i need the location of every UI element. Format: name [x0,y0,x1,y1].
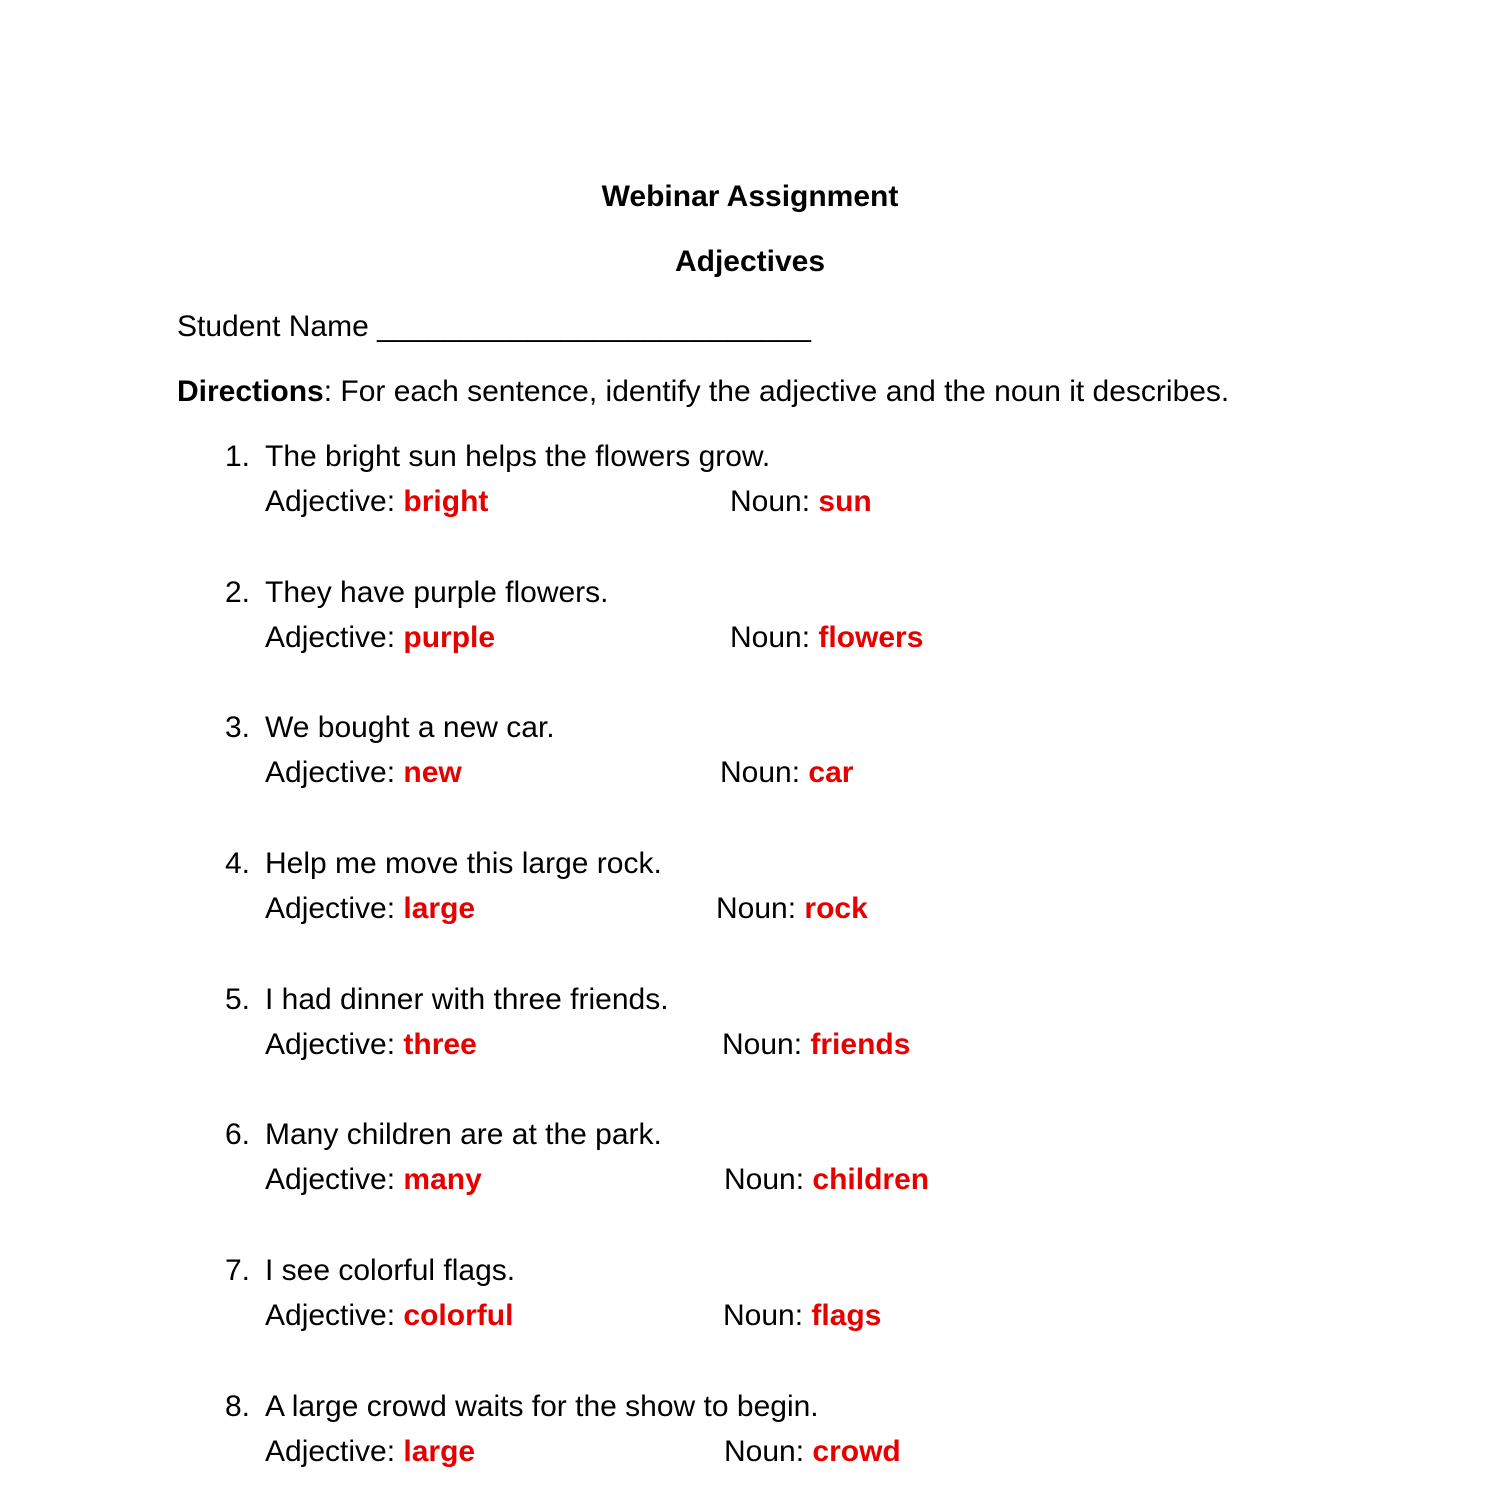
noun-label: Noun: [722,1028,811,1061]
question-sentence: They have purple flowers. [265,576,609,609]
noun-answer: Noun: flowers [730,621,923,655]
noun-label: Noun: [730,621,819,654]
student-name-label: Student Name [177,310,369,343]
question-number: 1. [224,440,250,473]
question-sentence: We bought a new car. [265,711,555,744]
document-subtitle: Adjectives [674,245,826,278]
adjective-label: Adjective: [265,621,404,654]
question-sentence: Help me move this large rock. [265,847,662,880]
adjective-label: Adjective: [265,1435,404,1468]
noun-answer: Noun: sun [730,485,872,519]
question-number: 2. [224,576,250,609]
adjective-answer: Adjective: large [265,892,475,926]
question-sentence: Many children are at the park. [265,1118,662,1151]
noun-value: sun [818,485,872,518]
student-name-line: Student Name __________________________ [177,310,811,344]
noun-label: Noun: [723,1299,812,1332]
noun-answer: Noun: car [720,756,853,790]
noun-value: flags [811,1299,882,1332]
adjective-answer: Adjective: large [265,1435,475,1469]
noun-answer: Noun: children [724,1163,929,1197]
adjective-label: Adjective: [265,1299,404,1332]
question-number: 4. [224,847,250,880]
adjective-answer: Adjective: new [265,756,462,790]
noun-answer: Noun: rock [716,892,868,926]
question-sentence: I had dinner with three friends. [265,983,669,1016]
adjective-value: bright [403,485,489,518]
noun-value: crowd [812,1435,901,1468]
noun-label: Noun: [724,1435,813,1468]
adjective-label: Adjective: [265,1163,404,1196]
adjective-answer: Adjective: colorful [265,1299,513,1333]
noun-value: children [812,1163,930,1196]
adjective-value: purple [403,621,496,654]
adjective-value: three [403,1028,477,1061]
adjective-value: many [403,1163,482,1196]
noun-label: Noun: [724,1163,813,1196]
question-sentence: I see colorful flags. [265,1254,516,1287]
adjective-answer: Adjective: three [265,1028,477,1062]
question-number: 3. [224,711,250,744]
adjective-value: large [403,892,476,925]
question-number: 5. [224,983,250,1016]
noun-value: flowers [818,621,924,654]
question-number: 7. [224,1254,250,1287]
noun-answer: Noun: flags [723,1299,881,1333]
noun-answer: Noun: crowd [724,1435,901,1469]
noun-value: rock [804,892,868,925]
student-name-blank: __________________________ [377,310,811,343]
adjective-label: Adjective: [265,1028,404,1061]
directions: Directions: For each sentence, identify … [177,375,1229,409]
question-number: 6. [224,1118,250,1151]
noun-label: Noun: [716,892,805,925]
adjective-value: new [403,756,462,789]
directions-label: Directions [177,375,324,408]
question-number: 8. [224,1390,250,1423]
noun-value: friends [810,1028,911,1061]
noun-label: Noun: [720,756,809,789]
noun-value: car [808,756,854,789]
question-sentence: The bright sun helps the flowers grow. [265,440,771,473]
adjective-label: Adjective: [265,485,404,518]
adjective-value: colorful [403,1299,514,1332]
noun-label: Noun: [730,485,819,518]
adjective-answer: Adjective: purple [265,621,495,655]
adjective-label: Adjective: [265,756,404,789]
noun-answer: Noun: friends [722,1028,910,1062]
adjective-label: Adjective: [265,892,404,925]
adjective-answer: Adjective: many [265,1163,482,1197]
adjective-answer: Adjective: bright [265,485,488,519]
directions-text: : For each sentence, identify the adject… [323,375,1230,408]
question-sentence: A large crowd waits for the show to begi… [265,1390,819,1423]
document-title: Webinar Assignment [601,180,899,213]
adjective-value: large [403,1435,476,1468]
